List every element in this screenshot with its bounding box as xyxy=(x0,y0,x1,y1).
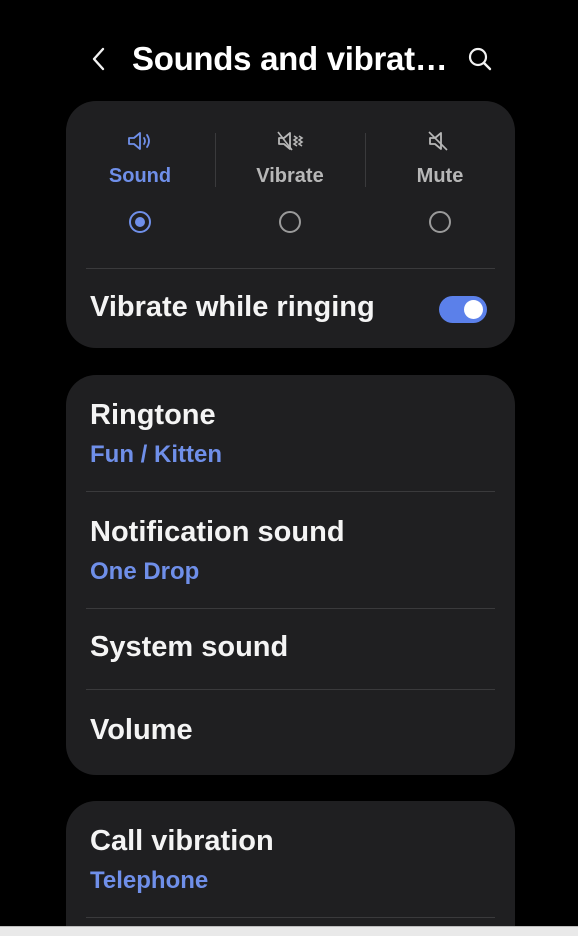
vibration-card: Call vibration Telephone xyxy=(66,801,515,935)
vibrate-icon xyxy=(276,127,304,155)
call-vibration-row[interactable]: Call vibration Telephone xyxy=(66,801,515,917)
system-sound-row[interactable]: System sound xyxy=(66,609,515,689)
page-title: Sounds and vibrat… xyxy=(132,40,448,77)
sound-mode-option-mute[interactable]: Mute xyxy=(375,127,505,247)
divider xyxy=(86,917,495,918)
ringtone-label: Ringtone xyxy=(90,399,216,431)
volume-row[interactable]: Volume xyxy=(66,690,515,775)
call-vibration-value: Telephone xyxy=(90,867,209,894)
sound-mode-option-sound[interactable]: Sound xyxy=(75,127,205,247)
search-icon xyxy=(468,47,492,71)
search-button[interactable] xyxy=(465,44,495,74)
volume-label: Volume xyxy=(90,714,193,746)
vibrate-while-ringing-toggle[interactable] xyxy=(439,296,487,323)
mode-divider xyxy=(215,133,216,187)
sound-mode-card: Sound Vibrate Mute Vibrate while ringing xyxy=(66,101,515,348)
mute-mode-label: Mute xyxy=(416,165,464,187)
back-button[interactable] xyxy=(84,44,114,74)
sound-mode-label: Sound xyxy=(108,165,172,187)
chevron-left-icon xyxy=(92,47,105,71)
notification-sound-label: Notification sound xyxy=(90,516,345,548)
system-sound-label: System sound xyxy=(90,631,289,663)
notification-sound-row[interactable]: Notification sound One Drop xyxy=(66,492,515,608)
sound-mode-radio-sound[interactable] xyxy=(129,211,151,233)
sound-mode-radio-vibrate[interactable] xyxy=(279,211,301,233)
speaker-icon xyxy=(126,127,154,155)
sound-mode-radio-mute[interactable] xyxy=(429,211,451,233)
toggle-knob xyxy=(464,300,483,319)
sound-mode-option-vibrate[interactable]: Vibrate xyxy=(225,127,355,247)
mute-icon xyxy=(426,127,454,155)
top-app-bar: Sounds and vibrat… xyxy=(0,36,578,84)
mode-divider xyxy=(365,133,366,187)
ringtone-row[interactable]: Ringtone Fun / Kitten xyxy=(66,375,515,491)
vibrate-while-ringing-label: Vibrate while ringing xyxy=(90,291,375,323)
vibrate-mode-label: Vibrate xyxy=(256,165,324,187)
sounds-card: Ringtone Fun / Kitten Notification sound… xyxy=(66,375,515,775)
ringtone-value: Fun / Kitten xyxy=(90,441,222,468)
call-vibration-label: Call vibration xyxy=(90,825,274,857)
notification-sound-value: One Drop xyxy=(90,558,200,585)
